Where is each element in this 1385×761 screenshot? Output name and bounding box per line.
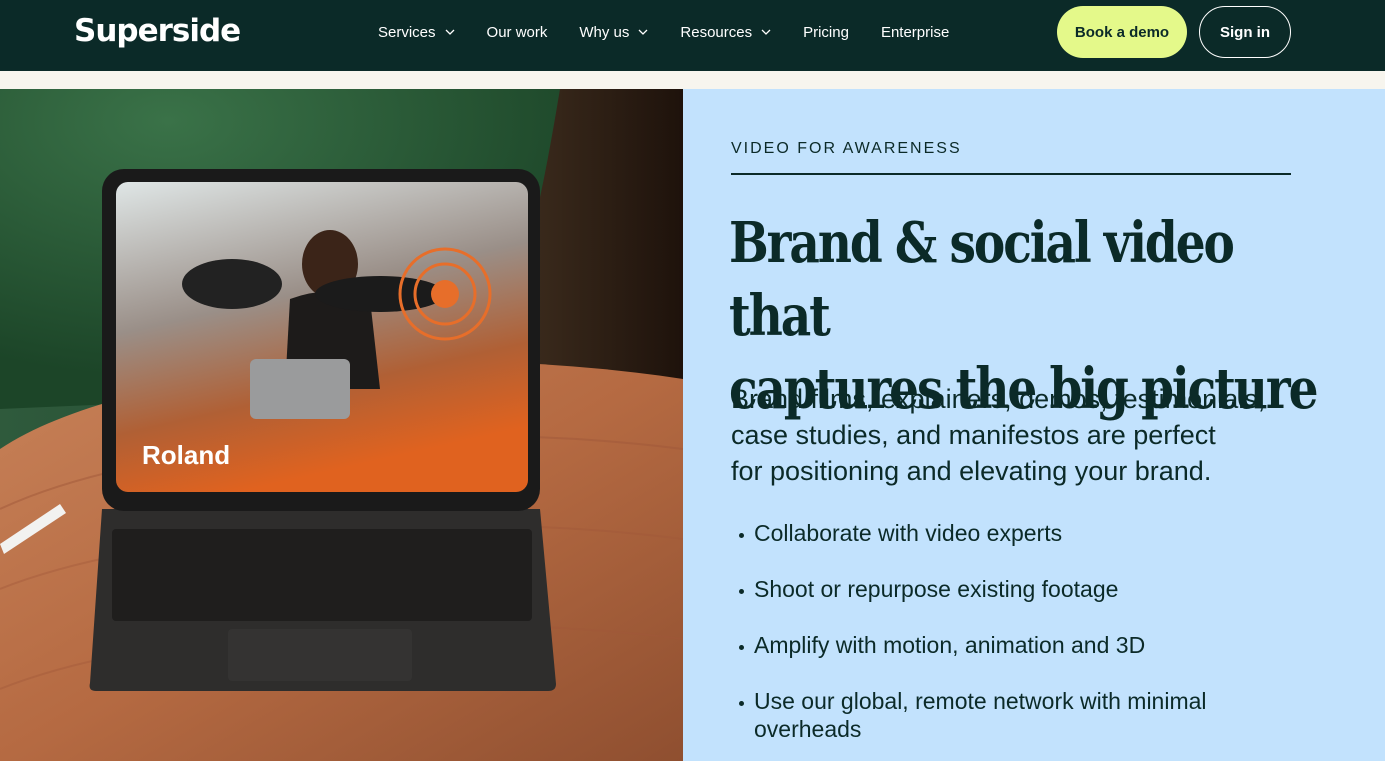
lead-line: Brand films, explainers, demos, testimon…: [731, 384, 1266, 414]
chevron-down-icon: [638, 29, 648, 35]
book-demo-button[interactable]: Book a demo: [1057, 6, 1187, 58]
nav-item-resources[interactable]: Resources: [680, 24, 771, 41]
list-item: Use our global, remote network with mini…: [739, 687, 1299, 743]
lead-paragraph: Brand films, explainers, demos, testimon…: [731, 381, 1291, 489]
nav-label: Pricing: [803, 23, 849, 41]
list-item: Collaborate with video experts: [739, 519, 1299, 547]
roland-logo-text: Roland: [142, 440, 230, 470]
logo-text: Superside: [74, 13, 241, 49]
nav-item-why-us[interactable]: Why us: [579, 24, 648, 41]
feature-list: Collaborate with video experts Shoot or …: [739, 519, 1299, 761]
top-nav: Superside Services Our work Why us Resou…: [0, 0, 1385, 71]
lead-line: case studies, and manifestos are perfect: [731, 420, 1216, 450]
nav-divider-strip: [0, 71, 1385, 89]
headline-line: Brand & social video that: [729, 210, 1235, 349]
superside-logo[interactable]: Superside: [74, 11, 241, 51]
chevron-down-icon: [761, 29, 771, 35]
nav-item-enterprise[interactable]: Enterprise: [881, 24, 949, 41]
hero-image: Roland: [0, 89, 683, 761]
tablet-on-table-illustration: Roland: [0, 89, 683, 761]
hero-text-panel: VIDEO FOR AWARENESS Brand & social video…: [683, 89, 1385, 761]
sign-in-button[interactable]: Sign in: [1199, 6, 1291, 58]
eyebrow-divider: [731, 173, 1291, 175]
section-eyebrow: VIDEO FOR AWARENESS: [731, 140, 962, 157]
lead-line: for positioning and elevating your brand…: [731, 456, 1212, 486]
nav-links: Services Our work Why us Resources Prici…: [378, 0, 981, 64]
nav-label: Our work: [486, 23, 548, 41]
nav-item-pricing[interactable]: Pricing: [803, 24, 849, 41]
nav-label: Why us: [579, 23, 630, 41]
list-item: Shoot or repurpose existing footage: [739, 575, 1299, 603]
chevron-down-icon: [445, 29, 454, 35]
nav-label: Enterprise: [880, 23, 950, 41]
nav-item-our-work[interactable]: Our work: [487, 24, 548, 41]
nav-label: Services: [378, 23, 436, 41]
nav-label: Resources: [680, 23, 753, 41]
list-item: Amplify with motion, animation and 3D: [739, 631, 1299, 659]
nav-item-services[interactable]: Services: [378, 24, 455, 41]
